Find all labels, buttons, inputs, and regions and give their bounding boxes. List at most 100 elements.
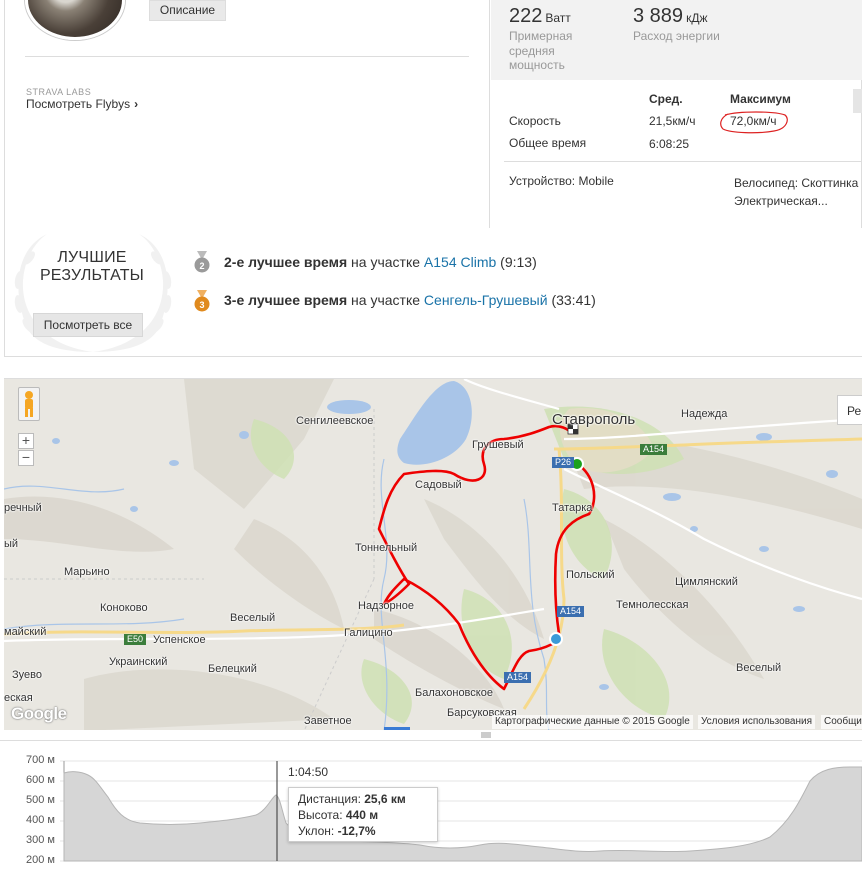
power-unit: Ватт — [545, 11, 571, 25]
power-label: Примерная средняя мощность — [509, 29, 572, 73]
column-divider — [489, 0, 490, 228]
report-link[interactable]: Сообщи — [821, 715, 862, 729]
best-results-title: ЛУЧШИЕ РЕЗУЛЬТАТЫ — [22, 249, 162, 285]
map-label: Польский — [566, 569, 615, 581]
y-tick-label: 500 м — [26, 794, 55, 806]
map-label: Зуево — [12, 669, 42, 681]
map-label: Сенгилеевское — [296, 415, 374, 427]
road-sign: P26 — [552, 457, 575, 468]
y-tick-label: 200 м — [26, 854, 55, 866]
segment-link[interactable]: A154 Climb — [424, 254, 496, 270]
best-results-title-line: РЕЗУЛЬТАТЫ — [39, 267, 145, 284]
achievement-row: 3-е лучшее время на участке Сенгель-Груш… — [224, 292, 596, 308]
flyby-link-label[interactable]: Посмотреть Flybys — [26, 97, 130, 111]
achievement-time: (9:13) — [496, 254, 537, 270]
street-view-pegman[interactable] — [18, 387, 40, 421]
red-circle-annotation — [720, 111, 788, 134]
map-label: речный — [4, 502, 42, 514]
tooltip-value: 440 м — [345, 808, 379, 822]
y-tick-label: 300 м — [26, 834, 55, 846]
y-tick-label: 700 м — [26, 754, 55, 766]
tooltip-distance: Дистанция: 25,6 км — [298, 791, 428, 807]
elevation-tooltip: Дистанция: 25,6 км Высота: 440 м Уклон: … — [288, 787, 438, 842]
speed-avg: 21,5км/ч — [649, 114, 696, 128]
bike-line: Велосипед: Скоттинка — [734, 176, 859, 190]
best-results-title-line: ЛУЧШИЕ — [57, 249, 127, 266]
cursor-time: 1:04:50 — [288, 765, 329, 779]
position-marker — [549, 632, 563, 646]
side-tab[interactable] — [853, 89, 862, 113]
power-value-block: 222 Ватт — [509, 5, 571, 28]
map-attribution: Картографические данные © 2015 Google — [492, 715, 693, 729]
bike-line: Электрическая... — [734, 194, 828, 208]
terms-link[interactable]: Условия использования — [698, 715, 815, 729]
route-map[interactable]: A154 P26 A154 A154 E50 Ставрополь Надежд… — [4, 378, 862, 730]
description-button[interactable]: Описание — [149, 0, 226, 21]
total-time-avg: 6:08:25 — [649, 137, 690, 151]
elevation-chart[interactable]: 700 м 600 м 500 м 400 м 300 м 200 м 1:04… — [0, 740, 862, 871]
achievement-mid-text: на участке — [347, 292, 424, 308]
energy-value: 3 889 — [633, 5, 684, 27]
road-sign: A154 — [504, 672, 532, 683]
power-value: 222 — [509, 5, 543, 27]
energy-label: Расход энергии — [633, 29, 720, 43]
map-label: Садовый — [415, 479, 462, 491]
map-label: Галицино — [344, 627, 393, 639]
power-label-line: средняя — [509, 43, 555, 58]
tooltip-value: 25,6 км — [364, 792, 406, 806]
flyby-link[interactable]: Посмотреть Flybys › — [26, 97, 138, 111]
google-logo[interactable]: Google — [11, 704, 67, 724]
map-label-stavropol: Ставрополь — [552, 411, 636, 428]
map-label: Грушевый — [472, 439, 524, 451]
map-terrain — [4, 379, 862, 730]
tooltip-label: Высота: — [298, 808, 346, 822]
activity-summary: Описание STRAVA LABS Посмотреть Flybys › … — [4, 0, 862, 228]
map-label: Надзорное — [358, 600, 414, 612]
tooltip-label: Уклон: — [298, 824, 338, 838]
map-label: Татарка — [552, 502, 593, 514]
map-label: Надежда — [681, 408, 728, 420]
scale-bar — [384, 727, 410, 730]
road-sign: E50 — [124, 634, 147, 645]
map-label: Коноково — [100, 602, 148, 614]
zoom-in-button[interactable]: + — [18, 433, 34, 449]
col-avg-header: Сред. — [649, 92, 683, 106]
labs-label: STRAVA LABS — [26, 87, 92, 97]
pegman-icon — [25, 391, 33, 417]
segment-link[interactable]: Сенгель-Грушевый — [424, 292, 548, 308]
road-sign: A154 — [557, 606, 585, 617]
see-all-button[interactable]: Посмотреть все — [33, 313, 143, 337]
map-label: Веселый — [230, 612, 276, 624]
achievement-rank-text: 2-е лучшее время — [224, 254, 348, 270]
achievement-time: (33:41) — [547, 292, 596, 308]
power-label-line: мощность — [509, 58, 565, 72]
speed-label: Скорость — [509, 114, 561, 128]
map-label: Украинский — [109, 656, 168, 668]
power-label-line: Примерная — [509, 29, 573, 43]
divider — [504, 161, 862, 162]
athlete-avatar[interactable] — [25, 0, 125, 40]
map-label: Веселый — [736, 662, 782, 674]
map-label: Заветное — [304, 715, 352, 727]
map-label: Успенское — [153, 634, 206, 646]
road-sign: A154 — [640, 444, 668, 455]
achievement-mid-text: на участке — [347, 254, 424, 270]
medal-rank: 3 — [199, 300, 204, 310]
y-tick-label: 600 м — [26, 774, 55, 786]
achievements-panel: ЛУЧШИЕ РЕЗУЛЬТАТЫ Посмотреть все 2 2-е л… — [4, 228, 862, 357]
medal-rank: 2 — [199, 261, 204, 271]
map-label: Марьино — [64, 566, 110, 578]
map-label: Цимлянский — [675, 576, 738, 588]
silver-medal-icon: 2 — [194, 251, 210, 273]
energy-value-block: 3 889 кДж — [633, 5, 707, 28]
energy-unit: кДж — [686, 11, 708, 25]
achievement-rank-text: 3-е лучшее время — [224, 292, 348, 308]
zoom-out-button[interactable]: − — [18, 450, 34, 466]
resize-handle-icon[interactable] — [480, 731, 492, 739]
device-label: Устройство: Mobile — [509, 174, 614, 188]
achievement-row: 2-е лучшее время на участке A154 Climb (… — [224, 254, 537, 270]
tooltip-value: -12,7% — [337, 824, 376, 838]
map-label: Белецкий — [208, 663, 257, 675]
map-type-button[interactable]: Ре — [837, 395, 862, 425]
col-max-header: Максимум — [730, 92, 791, 106]
